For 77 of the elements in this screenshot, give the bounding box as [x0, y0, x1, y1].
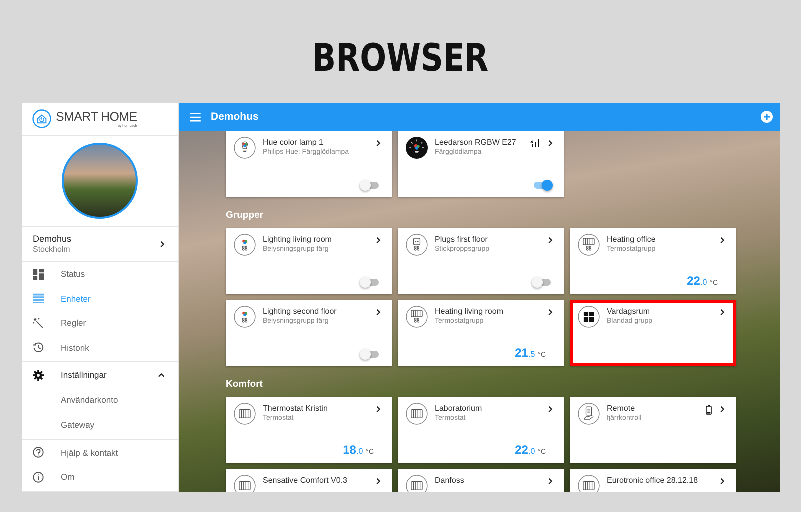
- radiator-group-icon: [406, 306, 428, 328]
- radiator-icon: [406, 403, 428, 425]
- chevron-right-icon: [547, 478, 554, 485]
- menu-icon[interactable]: [190, 112, 201, 122]
- bulb-group-icon: [234, 234, 256, 256]
- nav-item[interactable]: Inställningar: [22, 363, 178, 388]
- card-title: Heating office: [607, 235, 656, 245]
- radiator-icon: [234, 475, 256, 492]
- settings-icon: [33, 370, 44, 381]
- card-title: Remote: [607, 404, 636, 414]
- list-icon: [33, 293, 44, 304]
- toggle-switch[interactable]: [534, 279, 551, 286]
- weak-signal-icon: [530, 139, 540, 147]
- chevron-right-icon: [547, 140, 554, 147]
- chevron-right-icon: [375, 406, 382, 413]
- nav-subitem[interactable]: Gateway: [22, 412, 95, 438]
- help-icon: [33, 447, 44, 458]
- toggle-switch[interactable]: [362, 182, 379, 189]
- chevron-right-icon: [719, 309, 726, 316]
- chevron-right-icon: [159, 240, 166, 248]
- chevron-right-icon: [719, 237, 726, 244]
- card-title: Hue color lamp 1: [263, 138, 324, 148]
- nav-item[interactable]: Regler: [22, 311, 178, 336]
- toggle-switch[interactable]: [534, 182, 551, 189]
- add-icon[interactable]: [761, 111, 773, 123]
- chevron-right-icon: [547, 406, 554, 413]
- radiator-icon: [234, 403, 256, 425]
- top-bar-title: Demohus: [211, 111, 259, 123]
- device-card[interactable]: Danfoss: [398, 469, 564, 492]
- remote-icon: [578, 403, 600, 425]
- radiator-icon: [578, 475, 600, 492]
- bulb-group-icon: [234, 306, 256, 328]
- history-icon: [33, 342, 44, 354]
- card-title: Lighting living room: [263, 235, 332, 245]
- section-heading: Grupper: [226, 209, 264, 223]
- home-selector[interactable]: Demohus Stockholm: [22, 227, 178, 262]
- toggle-switch[interactable]: [362, 279, 379, 286]
- card-title: Laboratorium: [435, 404, 482, 414]
- info-icon: [33, 472, 44, 483]
- card-title: Sensative Comfort V0.3: [263, 476, 348, 486]
- chevron-right-icon: [375, 309, 382, 316]
- card-title: Heating living room: [435, 307, 504, 317]
- device-card[interactable]: Sensative Comfort V0.3: [226, 469, 392, 492]
- card-title: Eurotronic office 28.12.18: [607, 476, 698, 486]
- device-card[interactable]: Eurotronic office 28.12.18: [570, 469, 736, 492]
- bulb-icon: [406, 137, 428, 159]
- magic-wand-icon: [33, 318, 44, 329]
- page-heading: BROWSER: [312, 34, 489, 80]
- grid-icon: [578, 306, 600, 328]
- bulb-icon: [234, 137, 256, 159]
- chevron-right-icon: [375, 140, 382, 147]
- section-heading: Komfort: [226, 378, 263, 392]
- dashboard-icon: [33, 268, 44, 280]
- nav-item[interactable]: Status: [22, 262, 178, 286]
- chevron-right-icon: [547, 237, 554, 244]
- chevron-right-icon: [375, 237, 382, 244]
- chevron-right-icon: [719, 478, 726, 485]
- chevron-right-icon: [547, 309, 554, 316]
- card-title: Vardagsrum: [607, 307, 650, 317]
- power-house-icon: [32, 109, 52, 129]
- card-title: Danfoss: [435, 476, 464, 486]
- nav-item[interactable]: Om: [22, 465, 178, 490]
- battery-icon: [706, 405, 712, 415]
- card-title: Lighting second floor: [263, 307, 337, 317]
- chevron-right-icon: [375, 478, 382, 485]
- radiator-icon: [406, 475, 428, 492]
- nav-item[interactable]: Hjälp & kontakt: [22, 440, 178, 465]
- chevron-right-icon: [719, 406, 726, 413]
- radiator-group-icon: [578, 234, 600, 256]
- logo-title: SMART HOME: [56, 110, 138, 124]
- nav-item[interactable]: Historik: [22, 336, 178, 360]
- card-title: Plugs first floor: [435, 235, 488, 245]
- plug-group-icon: [406, 234, 428, 256]
- card-title: Leedarson RGBW E27: [435, 138, 516, 148]
- toggle-switch[interactable]: [362, 351, 379, 358]
- card-title: Thermostat Kristin: [263, 404, 328, 414]
- nav-subitem[interactable]: Användarkonto: [22, 388, 118, 412]
